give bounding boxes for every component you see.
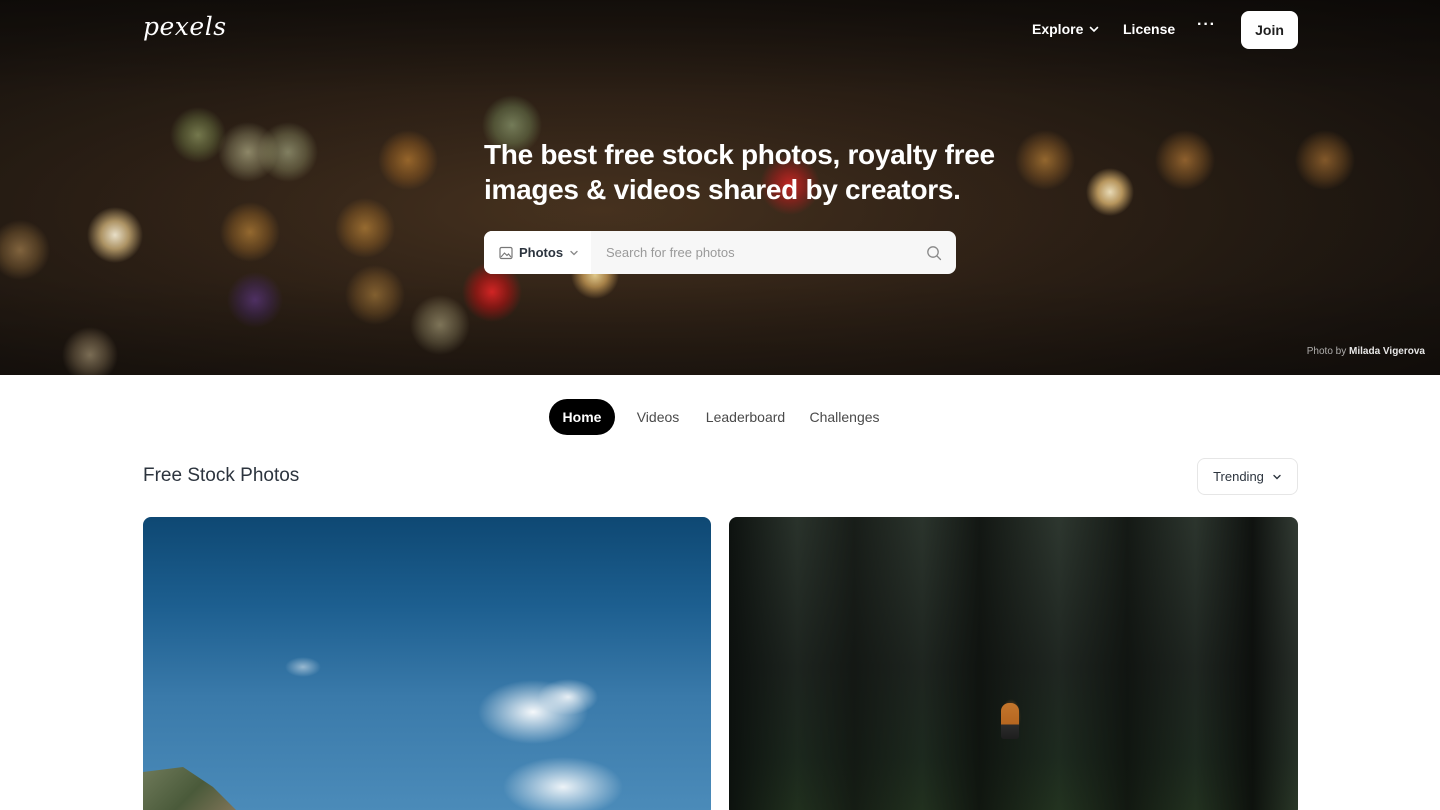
join-button[interactable]: Join — [1241, 11, 1298, 49]
search-input[interactable] — [591, 231, 921, 274]
more-icon: ··· — [1197, 16, 1216, 33]
photo-card-sky[interactable] — [143, 517, 711, 810]
nav-explore[interactable]: Explore — [1032, 21, 1099, 37]
top-nav: pexels Explore License ··· Join — [0, 0, 1440, 60]
search-type-label: Photos — [519, 245, 564, 260]
tab-home[interactable]: Home — [549, 399, 615, 435]
nav-explore-label: Explore — [1032, 21, 1084, 37]
search-type-dropdown[interactable]: Photos — [484, 231, 591, 274]
chevron-down-icon — [570, 250, 578, 255]
more-menu-button[interactable]: ··· — [1197, 16, 1216, 34]
chevron-down-icon — [1090, 26, 1099, 33]
sort-dropdown-label: Trending — [1213, 469, 1264, 484]
tab-videos[interactable]: Videos — [630, 399, 686, 435]
hero-headline: The best free stock photos, royalty free… — [484, 139, 995, 205]
photo-card-forest[interactable] — [729, 517, 1298, 810]
tab-leaderboard-label: Leaderboard — [705, 409, 786, 425]
join-button-label: Join — [1255, 22, 1284, 38]
section-title: Free Stock Photos — [143, 465, 300, 486]
tab-leaderboard[interactable]: Leaderboard — [700, 399, 791, 435]
tab-home-label: Home — [562, 409, 602, 425]
nav-license-label: License — [1123, 21, 1176, 37]
pexels-logo[interactable]: pexels — [143, 12, 227, 41]
photo-credit-prefix: Photo by — [1306, 346, 1347, 357]
tab-challenges-label: Challenges — [809, 409, 880, 425]
image-icon — [499, 246, 513, 259]
sort-dropdown[interactable]: Trending — [1197, 458, 1298, 495]
chevron-down-icon — [1273, 474, 1281, 479]
photo-detail-person — [1001, 703, 1019, 739]
tab-videos-label: Videos — [636, 409, 680, 425]
content-tabs: Home Videos Leaderboard Challenges — [0, 399, 1440, 435]
tab-challenges[interactable]: Challenges — [805, 399, 884, 435]
search-bar: Photos — [484, 231, 956, 274]
photo-credit-author[interactable]: Milada Vigerova — [1349, 346, 1425, 357]
search-icon[interactable] — [926, 245, 942, 261]
nav-license[interactable]: License — [1123, 21, 1175, 37]
photo-credit: Photo by Milada Vigerova — [1307, 346, 1425, 357]
photo-detail-rock — [143, 767, 243, 810]
